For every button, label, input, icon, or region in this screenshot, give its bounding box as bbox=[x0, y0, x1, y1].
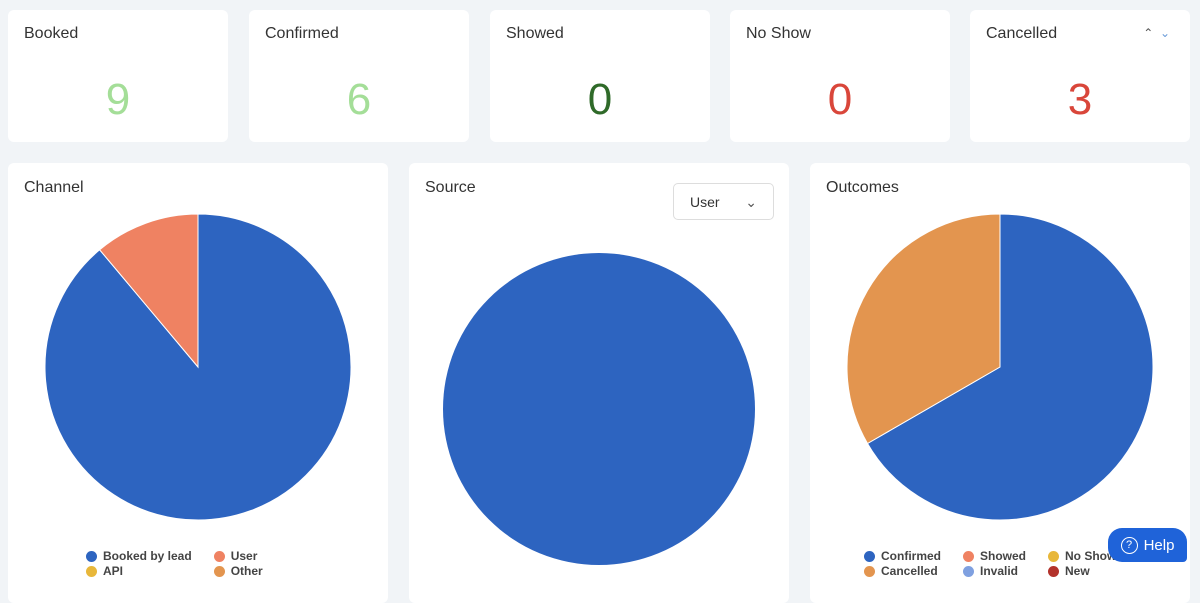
stat-value: 9 bbox=[105, 75, 131, 124]
legend-dot bbox=[864, 565, 875, 577]
stat-label: No Show bbox=[746, 25, 811, 42]
chevron-down-icon[interactable]: ⌄ bbox=[1160, 26, 1170, 40]
stat-label: Confirmed bbox=[265, 25, 339, 42]
legend-dot bbox=[86, 565, 97, 577]
chart-source: Source User ⌄ bbox=[409, 163, 789, 603]
stat-value: 6 bbox=[346, 75, 372, 124]
chart-legend: Confirmed Showed No Show Cancelled Invalid Ne… bbox=[864, 549, 1116, 578]
legend-dot bbox=[963, 565, 974, 577]
stat-card-cancelled: Cancelled 3 ⌃ ⌄ bbox=[970, 10, 1190, 142]
source-filter-dropdown[interactable]: User ⌄ bbox=[673, 183, 774, 220]
stat-value: 3 bbox=[1067, 75, 1093, 124]
legend-item[interactable]: No Show bbox=[1048, 549, 1116, 563]
legend-item[interactable]: Showed bbox=[963, 549, 1026, 563]
pie-chart bbox=[443, 253, 755, 565]
pie-chart bbox=[44, 213, 352, 521]
legend-item[interactable]: Invalid bbox=[963, 564, 1026, 578]
chart-channel: Channel Booked by lead User API Other bbox=[8, 163, 388, 603]
stat-label: Cancelled bbox=[986, 25, 1058, 42]
stat-label: Showed bbox=[506, 25, 564, 42]
legend-dot bbox=[1048, 550, 1060, 562]
legend-item[interactable]: User bbox=[213, 549, 263, 563]
legend-item[interactable]: API bbox=[86, 564, 192, 578]
stat-label: Booked bbox=[24, 25, 79, 42]
legend-dot bbox=[86, 550, 97, 562]
legend-item[interactable]: Other bbox=[213, 564, 263, 578]
question-icon: ? bbox=[1120, 536, 1138, 554]
legend-item[interactable]: New bbox=[1048, 564, 1116, 578]
chart-title: Channel bbox=[24, 179, 84, 196]
chart-legend: Booked by lead User API Other bbox=[86, 549, 263, 578]
stat-card-booked: Booked 9 bbox=[8, 10, 228, 142]
legend-item[interactable]: Booked by lead bbox=[86, 549, 192, 563]
legend-dot bbox=[213, 565, 225, 577]
pie-slice-all[interactable] bbox=[443, 253, 755, 565]
stat-card-confirmed: Confirmed 6 bbox=[249, 10, 469, 142]
chevron-down-icon: ⌄ bbox=[745, 194, 757, 210]
legend-item[interactable]: Confirmed bbox=[864, 549, 941, 563]
legend-dot bbox=[963, 550, 974, 562]
chart-title: Outcomes bbox=[826, 179, 899, 196]
legend-dot bbox=[213, 550, 225, 562]
stat-card-no-show: No Show 0 bbox=[730, 10, 950, 142]
help-button[interactable]: ? Help bbox=[1108, 528, 1187, 562]
stat-value: 0 bbox=[827, 75, 853, 124]
legend-item[interactable]: Cancelled bbox=[864, 564, 941, 578]
legend-dot bbox=[864, 550, 875, 562]
legend-dot bbox=[1048, 565, 1060, 577]
chevron-up-icon[interactable]: ⌃ bbox=[1143, 26, 1153, 40]
stat-value: 0 bbox=[587, 75, 613, 124]
stat-card-showed: Showed 0 bbox=[490, 10, 710, 142]
chart-title: Source bbox=[425, 179, 476, 196]
